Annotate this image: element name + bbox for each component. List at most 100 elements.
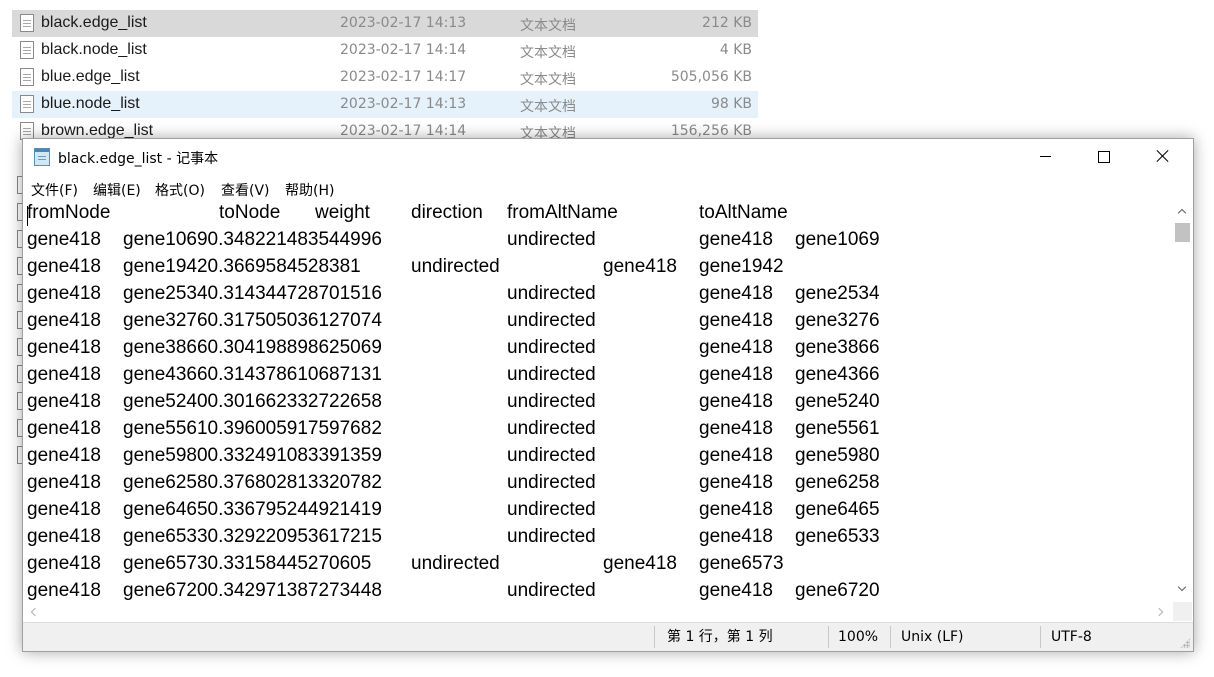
menu-file[interactable]: 文件(F) bbox=[31, 180, 78, 200]
text-cell: gene5240 bbox=[795, 391, 880, 412]
text-cell: toAltName bbox=[699, 202, 788, 223]
status-divider bbox=[654, 626, 655, 648]
maximize-button[interactable] bbox=[1075, 139, 1133, 174]
text-cell: gene55610.396005917597682 bbox=[123, 418, 382, 439]
scroll-left-icon[interactable] bbox=[29, 607, 39, 617]
text-cell: undirected bbox=[507, 391, 596, 412]
text-cell: gene67200.342971387273448 bbox=[123, 580, 382, 601]
file-type: 文本文档 bbox=[520, 18, 576, 34]
text-cell: undirected bbox=[507, 580, 596, 601]
text-cell: undirected bbox=[507, 418, 596, 439]
file-size: 212 KB bbox=[702, 15, 752, 31]
text-line-header: fromNode toNode weight direction fromAlt… bbox=[27, 202, 788, 229]
file-date: 2023-02-17 14:14 bbox=[340, 123, 467, 139]
menu-bar: 文件(F) 编辑(E) 格式(O) 查看(V) 帮助(H) bbox=[23, 176, 1193, 202]
text-cell: gene418 bbox=[603, 256, 677, 277]
menu-help[interactable]: 帮助(H) bbox=[285, 180, 334, 200]
file-name: black.edge_list bbox=[41, 14, 147, 31]
text-cell: gene418 bbox=[699, 364, 773, 385]
resize-grip-icon[interactable] bbox=[1180, 638, 1190, 648]
status-divider bbox=[828, 626, 829, 648]
file-date: 2023-02-17 14:13 bbox=[340, 96, 467, 112]
minimize-icon bbox=[1040, 156, 1051, 157]
minimize-button[interactable] bbox=[1017, 139, 1075, 174]
text-cell: gene38660.304198898625069 bbox=[123, 337, 382, 358]
scroll-up-icon[interactable] bbox=[1177, 206, 1187, 216]
text-cell: gene418 bbox=[699, 526, 773, 547]
text-cell: gene3866 bbox=[795, 337, 880, 358]
status-divider bbox=[890, 626, 891, 648]
scroll-thumb[interactable] bbox=[1175, 223, 1190, 242]
text-cell: gene418 bbox=[27, 391, 101, 412]
text-cell: fromAltName bbox=[507, 202, 618, 223]
menu-view[interactable]: 查看(V) bbox=[221, 180, 270, 200]
text-cell: gene65330.329220953617215 bbox=[123, 526, 382, 547]
scroll-right-icon[interactable] bbox=[1156, 607, 1166, 617]
vertical-scrollbar[interactable] bbox=[1173, 202, 1192, 602]
text-cell: gene6533 bbox=[795, 526, 880, 547]
text-cell: gene6720 bbox=[795, 580, 880, 601]
text-cell: gene418 bbox=[27, 472, 101, 493]
file-size: 156,256 KB bbox=[670, 123, 752, 139]
file-size: 98 KB bbox=[710, 96, 752, 112]
text-cell: undirected bbox=[507, 337, 596, 358]
text-cell: undirected bbox=[507, 229, 596, 250]
text-cell: toNode bbox=[219, 202, 281, 223]
file-date: 2023-02-17 14:14 bbox=[340, 42, 467, 58]
file-date: 2023-02-17 14:13 bbox=[340, 15, 467, 31]
window-title: black.edge_list - 记事本 bbox=[58, 151, 219, 167]
text-cell: gene418 bbox=[27, 553, 101, 574]
text-cell: gene418 bbox=[699, 310, 773, 331]
text-cell: gene6258 bbox=[795, 472, 880, 493]
text-cell: gene418 bbox=[27, 499, 101, 520]
text-file-icon bbox=[20, 68, 34, 86]
text-cell: gene418 bbox=[699, 418, 773, 439]
title-bar[interactable]: black.edge_list - 记事本 bbox=[23, 139, 1193, 174]
text-cell: gene418 bbox=[27, 445, 101, 466]
text-cell: gene10690.348221483544996 bbox=[123, 229, 382, 250]
text-cell: gene3276 bbox=[795, 310, 880, 331]
menu-edit[interactable]: 编辑(E) bbox=[93, 180, 141, 200]
text-cell: gene1069 bbox=[795, 229, 880, 250]
text-cell: gene6573 bbox=[699, 553, 784, 574]
text-cell: gene418 bbox=[699, 229, 773, 250]
text-cell: gene6465 bbox=[795, 499, 880, 520]
text-editor[interactable]: fromNode toNode weight direction fromAlt… bbox=[23, 202, 1173, 602]
scroll-down-icon[interactable] bbox=[1177, 584, 1187, 594]
file-row-black-node-list[interactable]: black.node_list 2023-02-17 14:14 文本文档 4 … bbox=[12, 37, 758, 64]
text-cell: undirected bbox=[507, 499, 596, 520]
file-size: 4 KB bbox=[719, 42, 752, 58]
text-cell: gene418 bbox=[27, 310, 101, 331]
text-cell: gene418 bbox=[699, 337, 773, 358]
text-cell: gene32760.317505036127074 bbox=[123, 310, 382, 331]
file-row-blue-node-list[interactable]: blue.node_list 2023-02-17 14:13 文本文档 98 … bbox=[12, 91, 758, 118]
file-name: blue.edge_list bbox=[41, 68, 140, 85]
text-file-icon bbox=[20, 41, 34, 59]
file-name: black.node_list bbox=[41, 41, 147, 58]
text-cell: gene5561 bbox=[795, 418, 880, 439]
zoom-level: 100% bbox=[838, 629, 879, 645]
text-file-icon bbox=[20, 14, 34, 32]
horizontal-scrollbar[interactable] bbox=[23, 602, 1173, 621]
status-bar: 第 1 行，第 1 列 100% Unix (LF) UTF-8 bbox=[23, 622, 1193, 651]
text-cell: gene418 bbox=[27, 337, 101, 358]
close-button[interactable] bbox=[1133, 139, 1191, 174]
text-cell: gene418 bbox=[699, 499, 773, 520]
text-cell: direction bbox=[411, 202, 483, 223]
text-cell: gene418 bbox=[699, 580, 773, 601]
text-cell: gene1942 bbox=[699, 256, 784, 277]
file-row-black-edge-list[interactable]: black.edge_list 2023-02-17 14:13 文本文档 21… bbox=[12, 10, 758, 37]
text-cell: gene418 bbox=[699, 445, 773, 466]
file-date: 2023-02-17 14:17 bbox=[340, 69, 467, 85]
text-cell: gene418 bbox=[27, 580, 101, 601]
text-cell: gene418 bbox=[27, 229, 101, 250]
file-row-blue-edge-list[interactable]: blue.edge_list 2023-02-17 14:17 文本文档 505… bbox=[12, 64, 758, 91]
text-file-icon bbox=[20, 95, 34, 113]
text-cell: undirected bbox=[507, 310, 596, 331]
text-cell: gene25340.314344728701516 bbox=[123, 283, 382, 304]
text-cell: gene418 bbox=[27, 526, 101, 547]
text-cell: undirected bbox=[507, 445, 596, 466]
encoding: UTF-8 bbox=[1051, 629, 1092, 645]
status-divider bbox=[1040, 626, 1041, 648]
menu-format[interactable]: 格式(O) bbox=[155, 180, 205, 200]
